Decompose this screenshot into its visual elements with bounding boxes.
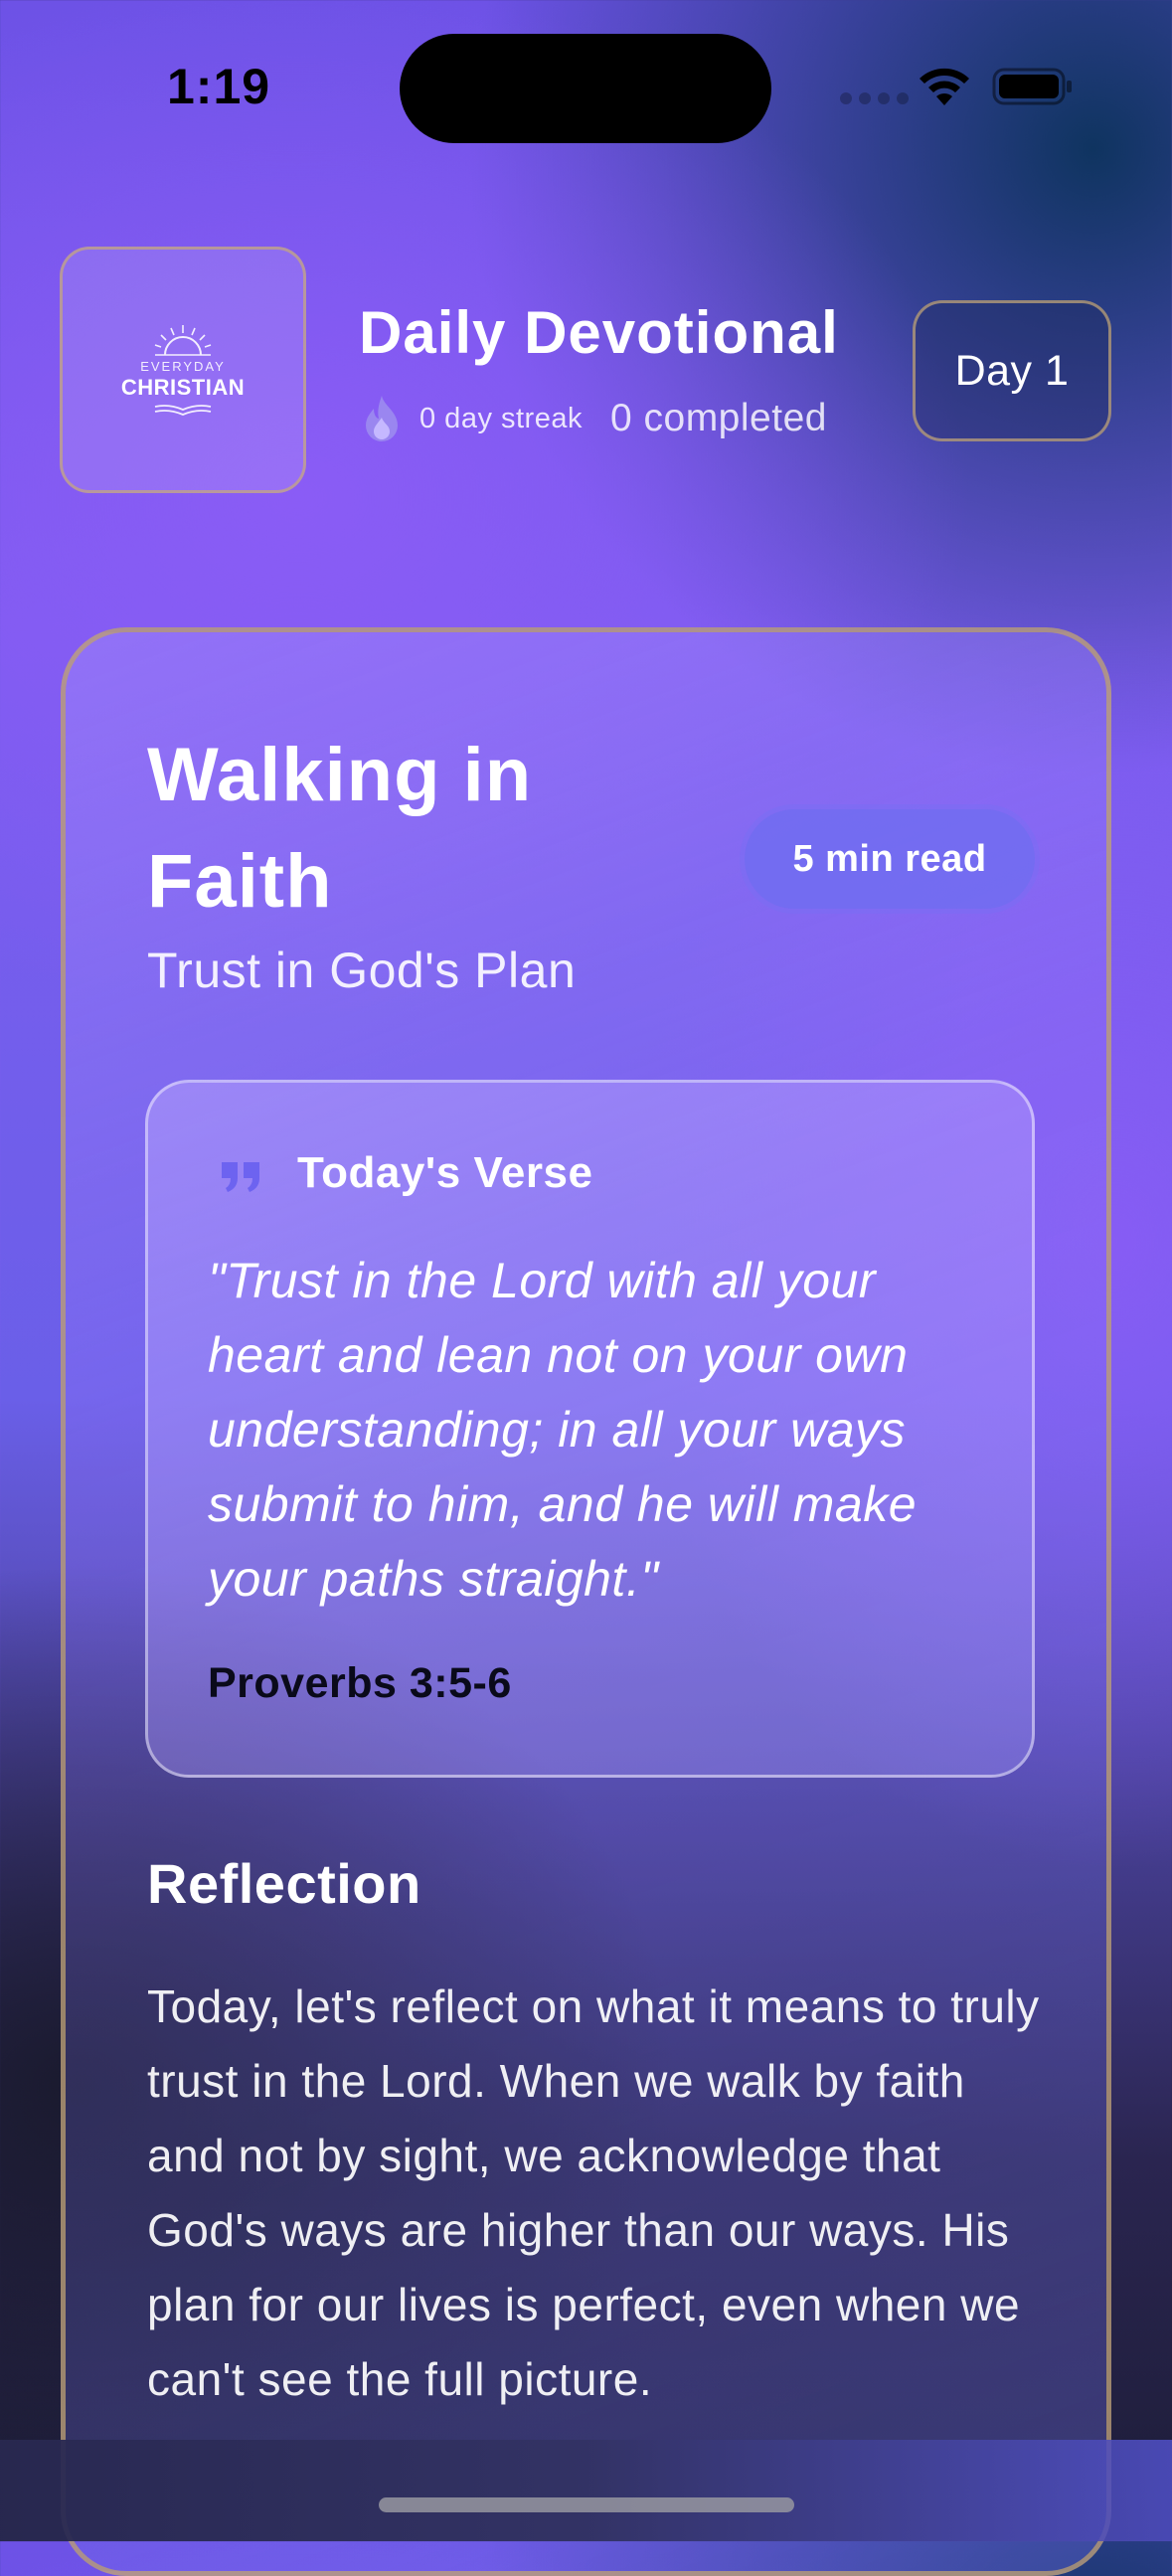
cellular-signal-icon bbox=[840, 92, 909, 104]
devotional-card: Walking in Faith 5 min read Trust in God… bbox=[61, 627, 1111, 2576]
verse-card: Today's Verse "Trust in the Lord with al… bbox=[145, 1080, 1035, 1778]
home-indicator[interactable] bbox=[379, 2497, 794, 2512]
logo-text-main: CHRISTIAN bbox=[120, 374, 246, 400]
reflection-text: Today, let's reflect on what it means to… bbox=[147, 1980, 1040, 2405]
page-title: Daily Devotional bbox=[359, 299, 839, 366]
battery-icon bbox=[992, 68, 1072, 105]
bottom-safe-area bbox=[0, 2440, 1172, 2541]
logo-text-top: EVERYDAY bbox=[140, 358, 226, 374]
read-time-badge: 5 min read bbox=[745, 809, 1035, 909]
dynamic-island bbox=[400, 34, 771, 143]
book-icon bbox=[154, 404, 212, 416]
flame-icon bbox=[366, 396, 398, 441]
app-logo: EVERYDAY CHRISTIAN bbox=[60, 247, 306, 493]
verse-label: Today's Verse bbox=[297, 1148, 593, 1197]
status-time: 1:19 bbox=[167, 59, 271, 114]
verse-text: "Trust in the Lord with all your heart a… bbox=[208, 1253, 918, 1607]
progress-stats: 0 day streak 0 completed bbox=[360, 394, 827, 443]
day-badge: Day 1 bbox=[913, 300, 1111, 441]
sunrise-icon bbox=[154, 324, 212, 356]
wifi-icon bbox=[920, 68, 969, 105]
verse-reference: Proverbs 3:5-6 bbox=[208, 1659, 512, 1707]
devotional-subtitle: Trust in God's Plan bbox=[147, 943, 577, 998]
streak-count: 0 day streak bbox=[419, 402, 583, 434]
quote-icon bbox=[222, 1162, 259, 1192]
reflection-heading: Reflection bbox=[147, 1852, 421, 1915]
devotional-title: Walking in Faith bbox=[147, 733, 533, 924]
status-bar: 1:19 bbox=[0, 0, 1172, 169]
completed-count: 0 completed bbox=[609, 397, 827, 439]
